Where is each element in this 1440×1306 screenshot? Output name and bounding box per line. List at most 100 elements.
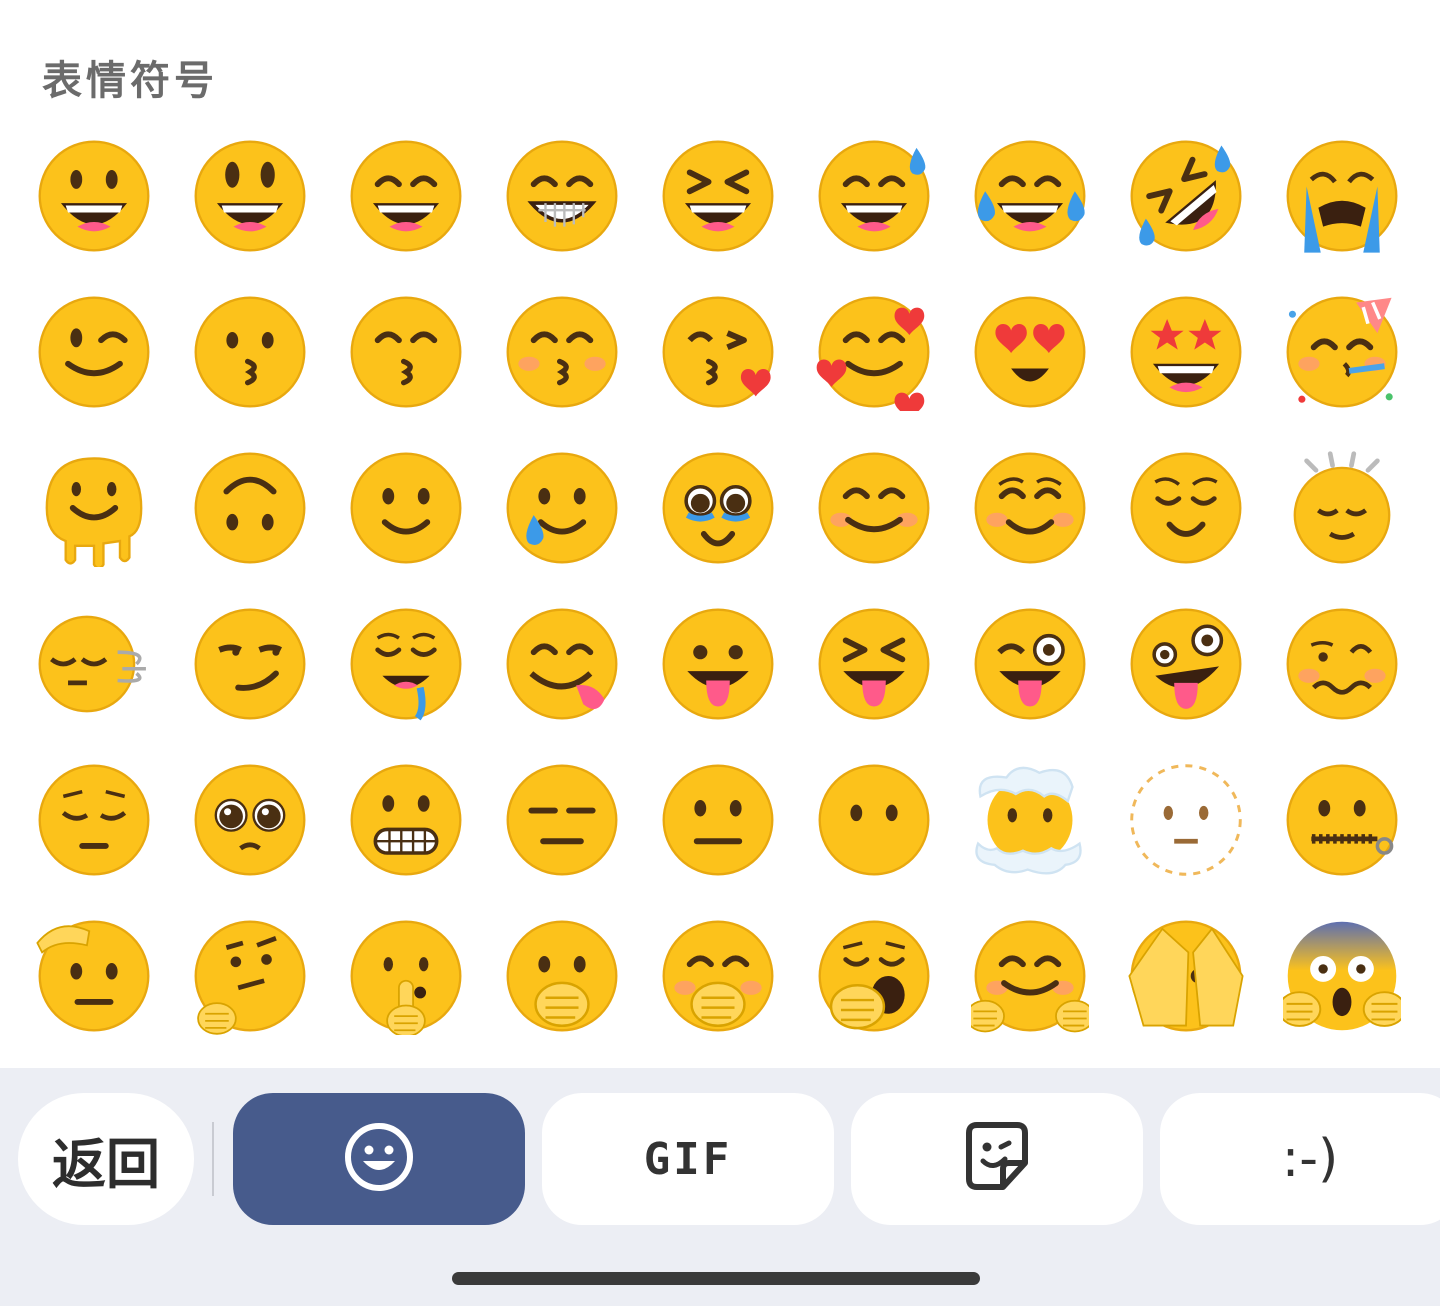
emoji-key[interactable]	[952, 430, 1108, 586]
smiling-face-with-hearts-icon	[816, 296, 930, 411]
emoji-key[interactable]	[796, 430, 952, 586]
star-struck-icon	[1130, 296, 1242, 408]
emoji-key[interactable]	[952, 742, 1108, 898]
emoji-key[interactable]	[1264, 118, 1420, 274]
tab-emoticons[interactable]: :-)	[1160, 1093, 1440, 1225]
emoji-key[interactable]	[640, 430, 796, 586]
toolbar-divider	[212, 1122, 214, 1196]
beaming-face-icon	[506, 140, 618, 252]
emoji-key[interactable]	[1108, 586, 1264, 742]
emoji-key[interactable]	[796, 742, 952, 898]
emoji-key[interactable]	[1264, 586, 1420, 742]
emoji-key[interactable]	[16, 898, 172, 1054]
emoji-key[interactable]	[1264, 898, 1420, 1054]
emoji-key[interactable]	[640, 898, 796, 1054]
emoji-key[interactable]	[172, 118, 328, 274]
panel-title: 表情符号	[42, 58, 218, 104]
zipper-mouth-face-icon	[1286, 764, 1398, 876]
tab-gif[interactable]: GIF	[542, 1093, 834, 1225]
emoji-key[interactable]	[796, 118, 952, 274]
expressionless-face-icon	[506, 764, 618, 876]
emoji-key[interactable]	[484, 430, 640, 586]
shaking-face-icon	[1293, 451, 1391, 564]
grinning-face-with-big-eyes-icon	[194, 140, 306, 252]
emoji-key[interactable]	[796, 586, 952, 742]
emoji-key[interactable]	[796, 274, 952, 430]
emoji-key[interactable]	[16, 586, 172, 742]
kissing-face-icon	[194, 296, 306, 408]
upside-down-face-icon	[194, 452, 306, 564]
emoji-key[interactable]	[1108, 742, 1264, 898]
face-with-peeking-eye-icon	[1128, 920, 1244, 1032]
smiling-face-with-tear-icon	[506, 452, 618, 564]
yawning-face-icon	[818, 920, 930, 1032]
emoji-key[interactable]	[484, 742, 640, 898]
slightly-smiling-face-icon	[350, 452, 462, 564]
emoji-key[interactable]	[484, 118, 640, 274]
back-button-label: 返回	[52, 1132, 160, 1196]
shushing-face-icon	[350, 920, 462, 1035]
emoji-key[interactable]	[484, 274, 640, 430]
grinning-face-with-sweat-icon	[818, 140, 930, 252]
emoji-key[interactable]	[172, 742, 328, 898]
emoji-key[interactable]	[1108, 118, 1264, 274]
face-screaming-in-fear-icon	[1283, 921, 1401, 1031]
hugging-face-icon	[971, 920, 1089, 1033]
emoji-key[interactable]	[796, 898, 952, 1054]
emoji-key[interactable]	[328, 274, 484, 430]
emoji-key[interactable]	[952, 898, 1108, 1054]
home-indicator[interactable]	[452, 1272, 980, 1285]
smiling-face-icon	[974, 452, 1086, 564]
face-exhaling-icon	[38, 615, 146, 713]
emoji-key[interactable]	[16, 118, 172, 274]
face-in-clouds-icon	[975, 766, 1082, 875]
emoji-key[interactable]	[640, 742, 796, 898]
grinning-squinting-face-icon	[662, 140, 774, 252]
grinning-face-with-smiling-eyes-icon	[350, 140, 462, 252]
face-with-hand-over-mouth-icon	[662, 920, 774, 1032]
emoji-key[interactable]	[952, 274, 1108, 430]
saluting-face-icon	[36, 920, 150, 1032]
rolling-on-the-floor-laughing-icon	[1130, 140, 1242, 252]
emoji-key[interactable]	[640, 118, 796, 274]
melting-face-icon	[45, 457, 143, 567]
emoji-key[interactable]	[1108, 274, 1264, 430]
emoji-key[interactable]	[328, 586, 484, 742]
emoji-key[interactable]	[328, 898, 484, 1054]
emoji-key[interactable]	[328, 742, 484, 898]
emoji-key[interactable]	[172, 898, 328, 1054]
emoji-key[interactable]	[1108, 430, 1264, 586]
emoji-key[interactable]	[328, 430, 484, 586]
emoji-key[interactable]	[172, 586, 328, 742]
emoji-grid	[16, 118, 1420, 1054]
face-holding-back-tears-icon	[662, 452, 774, 564]
partying-face-icon	[1286, 296, 1398, 408]
tab-stickers[interactable]	[851, 1093, 1143, 1225]
tab-emoji[interactable]	[233, 1093, 525, 1225]
drooling-face-icon	[350, 608, 462, 721]
emoji-key[interactable]	[1264, 742, 1420, 898]
emoji-key[interactable]	[952, 118, 1108, 274]
woozy-face-icon	[1286, 608, 1398, 720]
emoji-key[interactable]	[484, 898, 640, 1054]
smiling-face-with-smiling-eyes-icon	[818, 452, 930, 564]
smiley-outline-icon	[343, 1121, 415, 1197]
emoji-key[interactable]	[1264, 274, 1420, 430]
emoji-key[interactable]	[640, 274, 796, 430]
emoji-key[interactable]	[640, 586, 796, 742]
emoji-key[interactable]	[16, 274, 172, 430]
emoji-key[interactable]	[172, 430, 328, 586]
emoji-key[interactable]	[1264, 430, 1420, 586]
emoji-key[interactable]	[952, 586, 1108, 742]
emoji-key[interactable]	[328, 118, 484, 274]
emoji-key[interactable]	[484, 586, 640, 742]
emoji-key[interactable]	[16, 742, 172, 898]
grinning-face-icon	[38, 140, 150, 252]
back-button[interactable]: 返回	[18, 1093, 194, 1225]
emoji-key[interactable]	[1108, 898, 1264, 1054]
emoji-key[interactable]	[172, 274, 328, 430]
pleading-face-icon	[194, 764, 306, 876]
emoji-key[interactable]	[16, 430, 172, 586]
face-with-open-eyes-and-hand-over-mouth-icon	[506, 920, 618, 1032]
zany-face-icon	[1130, 608, 1242, 720]
